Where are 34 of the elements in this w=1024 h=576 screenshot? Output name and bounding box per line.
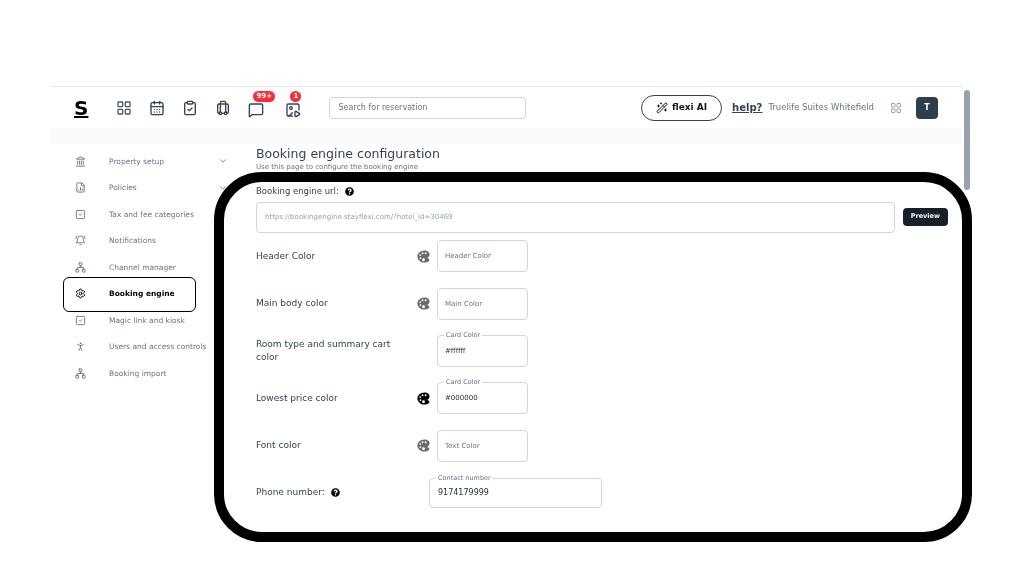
scrollbar[interactable] bbox=[964, 90, 970, 190]
bell-icon bbox=[75, 235, 86, 247]
avatar[interactable]: T bbox=[916, 96, 938, 119]
field-label: Main body color bbox=[256, 297, 329, 311]
chat-icon[interactable] bbox=[248, 101, 265, 118]
field-label: Phone number: bbox=[256, 486, 325, 499]
field-label: Header Color bbox=[256, 249, 317, 263]
bank-icon bbox=[75, 155, 86, 167]
apps-icon[interactable] bbox=[890, 101, 902, 114]
page-title: Booking engine configuration bbox=[256, 146, 441, 162]
gear-icon bbox=[75, 288, 86, 300]
palette-icon[interactable] bbox=[416, 390, 431, 406]
checkbox-icon bbox=[75, 314, 86, 326]
chart-icon bbox=[75, 182, 86, 194]
clipboard-icon[interactable] bbox=[182, 99, 199, 116]
checkbox-icon bbox=[75, 208, 86, 220]
logo[interactable]: S bbox=[74, 92, 89, 123]
field-label: Font color bbox=[256, 439, 302, 453]
search-field[interactable]: Search for reservation bbox=[329, 96, 527, 119]
image-chat-icon[interactable] bbox=[285, 101, 302, 118]
field-label: Room type and summary cart color bbox=[256, 338, 392, 364]
help-link[interactable]: help? bbox=[732, 100, 763, 115]
field-label: Lowest price color bbox=[256, 391, 339, 405]
network-icon bbox=[75, 367, 86, 379]
help-icon[interactable] bbox=[344, 186, 354, 196]
wand-icon bbox=[655, 101, 668, 114]
network-icon bbox=[75, 261, 86, 273]
person-icon bbox=[75, 341, 86, 353]
calendar-icon[interactable] bbox=[149, 99, 166, 116]
help-icon[interactable] bbox=[330, 488, 340, 498]
field-label: Booking engine url: bbox=[256, 185, 339, 198]
property-name: Truelife Suites Whitefield bbox=[768, 101, 874, 114]
dashboard-icon[interactable] bbox=[116, 99, 133, 116]
luggage-icon[interactable] bbox=[215, 99, 232, 116]
